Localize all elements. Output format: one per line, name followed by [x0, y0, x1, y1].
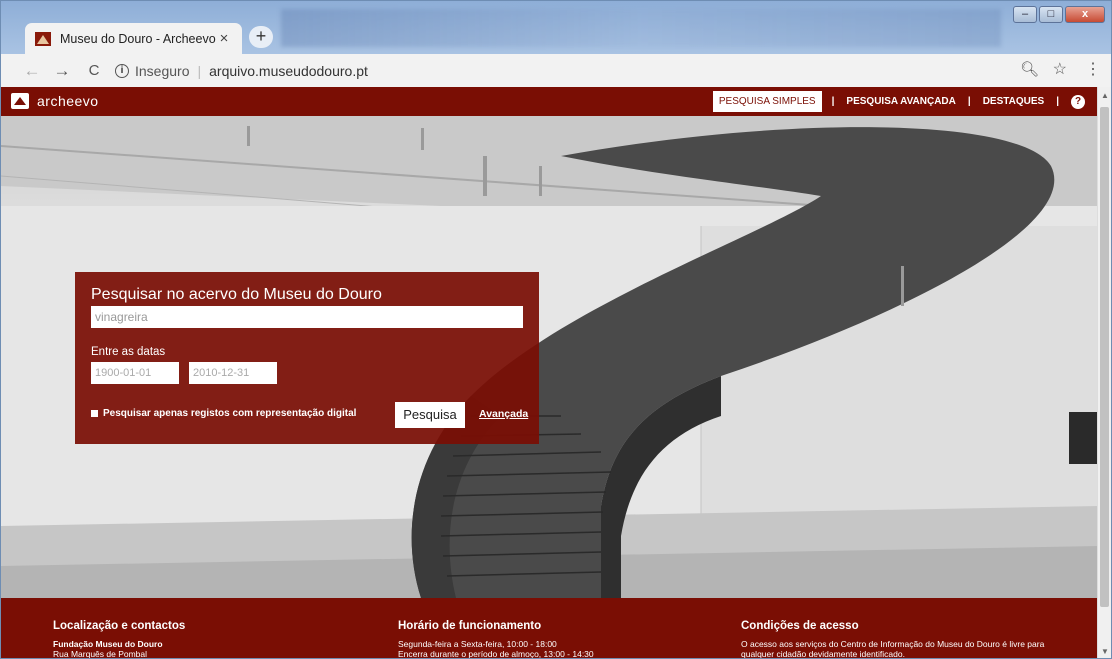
- page-content: archeevo PESQUISA SIMPLES | PESQUISA AVA…: [1, 87, 1099, 659]
- info-icon[interactable]: i: [115, 63, 129, 78]
- footer-access: Condições de acesso O acesso aos serviço…: [741, 620, 1045, 659]
- nav-separator: |: [1056, 96, 1059, 107]
- search-heading: Pesquisar no acervo do Museu do Douro: [91, 286, 382, 303]
- address-bar[interactable]: i Inseguro | arquivo.museudodouro.pt: [115, 63, 368, 79]
- museu-favicon-icon: [35, 31, 51, 46]
- scroll-down-icon[interactable]: ▼: [1101, 647, 1109, 656]
- site-footer: Localização e contactos Fundação Museu d…: [1, 598, 1099, 659]
- url-text[interactable]: arquivo.museudodouro.pt: [209, 63, 368, 79]
- hours-line2: Encerra durante o período de almoço, 13:…: [398, 649, 594, 659]
- access-line2: qualquer cidadão devidamente identificad…: [741, 649, 905, 659]
- advanced-search-link[interactable]: Avançada: [479, 408, 528, 420]
- menu-icon[interactable]: ⋮: [1085, 59, 1101, 79]
- url-separator: |: [197, 62, 202, 79]
- forward-arrow-icon[interactable]: →: [49, 58, 75, 84]
- search-button[interactable]: Pesquisa: [395, 402, 465, 428]
- back-arrow-icon[interactable]: ←: [19, 58, 45, 84]
- archeevo-logo-icon: [11, 93, 29, 109]
- tab-close-icon[interactable]: ×: [216, 30, 232, 47]
- access-title: Condições de acesso: [741, 620, 859, 632]
- help-icon[interactable]: ?: [1071, 94, 1085, 109]
- date-from-input[interactable]: [91, 362, 179, 384]
- star-icon[interactable]: ☆: [1053, 59, 1067, 79]
- blurred-background: [281, 9, 1001, 47]
- site-header: archeevo PESQUISA SIMPLES | PESQUISA AVA…: [1, 87, 1099, 116]
- minimize-button[interactable]: –: [1013, 6, 1037, 23]
- browser-toolbar: ← → C i Inseguro | arquivo.museudodouro.…: [1, 54, 1111, 87]
- contacts-title: Localização e contactos: [53, 620, 186, 632]
- browser-tab[interactable]: Museu do Douro - Archeevo ×: [25, 23, 242, 54]
- close-window-button[interactable]: x: [1065, 6, 1105, 23]
- security-label: Inseguro: [135, 62, 190, 79]
- site-nav: PESQUISA SIMPLES | PESQUISA AVANÇADA | D…: [712, 91, 1099, 112]
- new-tab-button[interactable]: +: [249, 26, 273, 48]
- digital-only-checkbox[interactable]: Pesquisar apenas registos com representa…: [91, 408, 356, 419]
- contacts-line1: Fundação Museu do Douro: [53, 639, 163, 649]
- access-line1: O acesso aos serviços do Centro de Infor…: [741, 639, 1045, 649]
- hours-title: Horário de funcionamento: [398, 620, 542, 632]
- nav-advanced-search[interactable]: PESQUISA AVANÇADA: [840, 91, 961, 112]
- reload-icon[interactable]: C: [81, 58, 107, 84]
- checkbox-box[interactable]: [91, 410, 98, 417]
- hours-line1: Segunda-feira a Sexta-feira, 10:00 - 18:…: [398, 639, 557, 649]
- nav-separator: |: [831, 96, 835, 107]
- page-scrollbar[interactable]: ▲ ▼: [1097, 87, 1111, 658]
- hero-photo: Pesquisar no acervo do Museu do Douro En…: [1, 116, 1099, 598]
- browser-window: Museu do Douro - Archeevo × + – □ x ← → …: [0, 0, 1112, 659]
- dates-label: Entre as datas: [91, 346, 166, 358]
- nav-simple-search[interactable]: PESQUISA SIMPLES: [712, 91, 822, 112]
- date-to-input[interactable]: [189, 362, 277, 384]
- zoom-icon[interactable]: 🔍︎: [1020, 60, 1039, 78]
- search-panel: Pesquisar no acervo do Museu do Douro En…: [75, 272, 539, 444]
- site-logo[interactable]: archeevo: [11, 93, 99, 109]
- footer-hours: Horário de funcionamento Segunda-feira a…: [398, 620, 594, 659]
- footer-contacts: Localização e contactos Fundação Museu d…: [53, 620, 186, 659]
- scroll-up-icon[interactable]: ▲: [1101, 91, 1109, 100]
- maximize-button[interactable]: □: [1039, 6, 1063, 23]
- digital-only-label: Pesquisar apenas registos com representa…: [103, 408, 357, 419]
- window-controls: – □ x: [1013, 6, 1105, 23]
- nav-separator: |: [967, 96, 971, 107]
- scrollbar-thumb[interactable]: [1100, 107, 1109, 607]
- brand-name: archeevo: [37, 93, 99, 109]
- nav-highlights[interactable]: DESTAQUES: [977, 91, 1051, 112]
- tab-bar: Museu do Douro - Archeevo × + – □ x: [1, 1, 1111, 54]
- contacts-line2: Rua Marquês de Pombal: [53, 649, 148, 659]
- tab-title: Museu do Douro - Archeevo: [60, 31, 216, 46]
- search-input[interactable]: [91, 306, 523, 328]
